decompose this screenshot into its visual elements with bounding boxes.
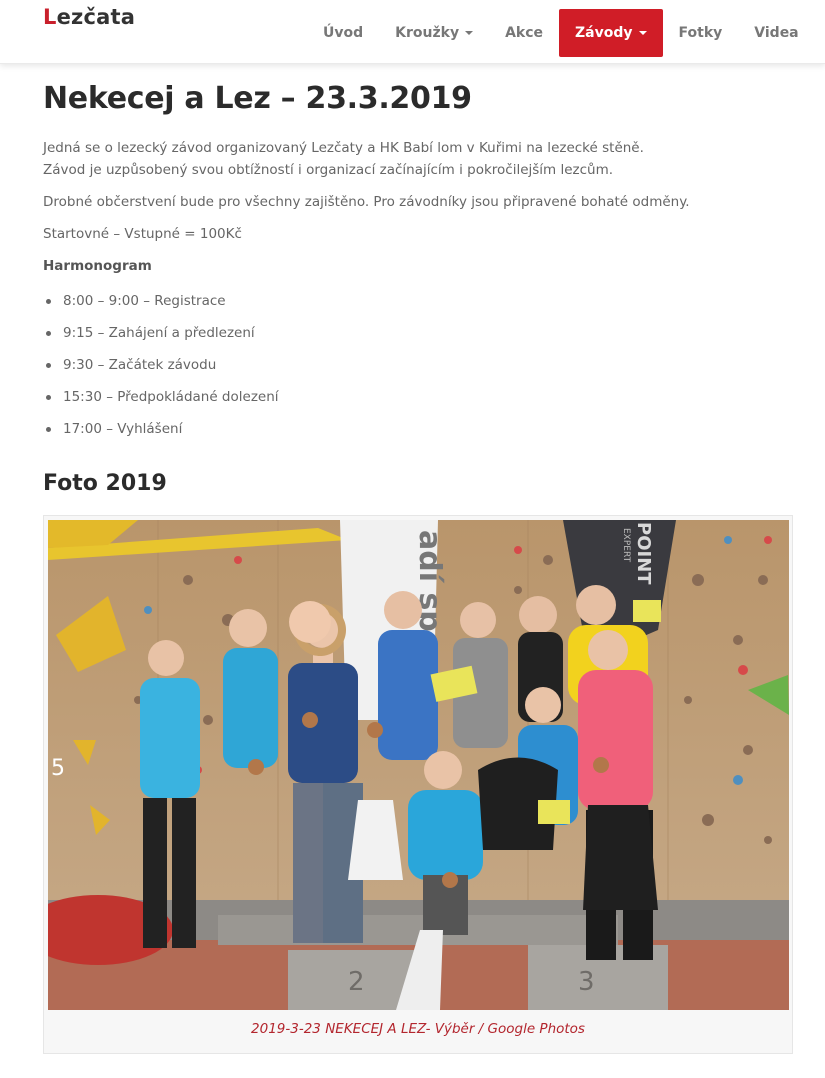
photo-caption[interactable]: 2019-3-23 NEKECEJ A LEZ- Výběr / Google … (44, 1021, 792, 1037)
nav-label: Fotky (678, 25, 723, 41)
wall-number: 5 (51, 756, 65, 781)
nav-label: Kroužky (395, 25, 460, 41)
logo-first-letter: L (43, 5, 57, 29)
main-menu: Úvod Kroužky Akce Závody Fotky Videa (307, 9, 815, 57)
banner-text-right-sub: EXPERT (621, 528, 631, 563)
photo-section-title: Foto 2019 (43, 471, 167, 496)
podium-number: 2 (348, 967, 365, 997)
podium-number: 3 (578, 967, 595, 997)
nav-label: Závody (575, 25, 633, 41)
intro-line: Závod je uzpůsobený svou obtížností i or… (43, 162, 614, 178)
nav-label: Akce (505, 25, 544, 41)
group-photo[interactable]: adí sp POINT EXPERT 2 3 5 (48, 520, 789, 1010)
nav-item-uvod[interactable]: Úvod (307, 9, 379, 57)
refreshments-paragraph: Drobné občerstvení bude pro všechny zaji… (43, 194, 690, 210)
chevron-down-icon (638, 31, 647, 35)
schedule-heading: Harmonogram (43, 258, 152, 274)
photo-gallery-embed[interactable]: adí sp POINT EXPERT 2 3 5 2019-3-23 NEKE… (43, 515, 793, 1054)
intro-line: Jedná se o lezecký závod organizovaný Le… (43, 140, 644, 156)
fee-paragraph: Startovné – Vstupné = 100Kč (43, 226, 242, 242)
article-content: Nekecej a Lez – 23.3.2019 Jedná se o lez… (43, 80, 793, 499)
chevron-down-icon (465, 31, 474, 35)
list-item: 9:30 – Začátek závodu (43, 355, 793, 387)
list-item: 17:00 – Vyhlášení (43, 419, 793, 451)
nav-item-zavody[interactable]: Závody (559, 9, 663, 57)
nav-item-fotky[interactable]: Fotky (663, 9, 739, 57)
nav-item-akce[interactable]: Akce (489, 9, 559, 57)
list-item: 15:30 – Předpokládané dolezení (43, 387, 793, 419)
banner-text-right: POINT (633, 522, 654, 585)
top-navbar: Lezčata Úvod Kroužky Akce Závody Fotky V… (0, 0, 825, 64)
list-item: 9:15 – Zahájení a předlezení (43, 323, 793, 355)
nav-item-krouzky[interactable]: Kroužky (379, 9, 489, 57)
page-title: Nekecej a Lez – 23.3.2019 (43, 81, 472, 116)
schedule-list: 8:00 – 9:00 – Registrace 9:15 – Zahájení… (43, 291, 793, 451)
intro-paragraph: Jedná se o lezecký závod organizovaný Le… (43, 137, 793, 181)
group-photo-illustration: adí sp POINT EXPERT 2 3 5 (48, 520, 789, 1010)
nav-label: Úvod (323, 25, 364, 41)
list-item: 8:00 – 9:00 – Registrace (43, 291, 793, 323)
nav-label: Videa (754, 25, 799, 41)
site-logo[interactable]: Lezčata (43, 5, 135, 29)
nav-item-videa[interactable]: Videa (738, 9, 814, 57)
logo-text: ezčata (56, 5, 136, 29)
